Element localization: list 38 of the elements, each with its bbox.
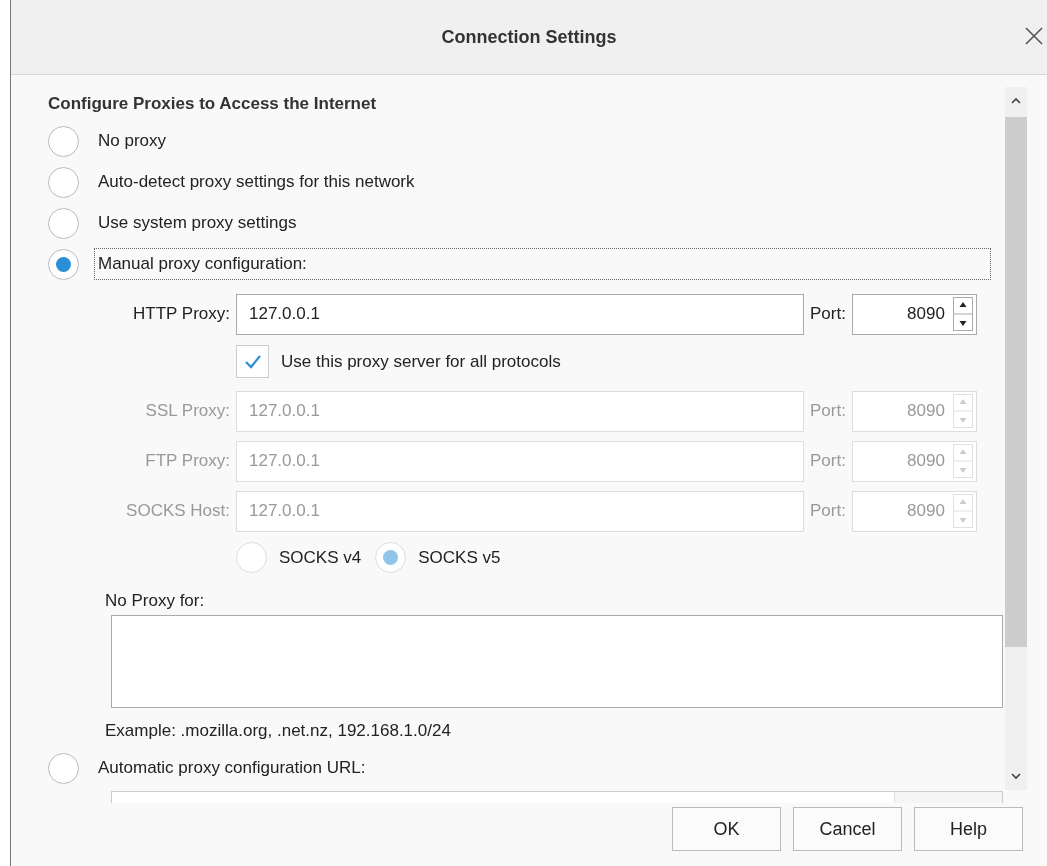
checkbox-label[interactable]: Use this proxy server for all protocols [281,348,561,375]
radio-button[interactable] [48,248,79,280]
radio-button[interactable] [48,752,79,784]
radio-button[interactable] [48,166,79,198]
input-field[interactable]: 127.0.0.1 [236,293,804,335]
checkbox[interactable] [236,345,269,378]
scrollbar-thumb[interactable] [1005,117,1027,647]
field-label: SOCKS Host: [125,500,230,523]
field-label: HTTP Proxy: [132,303,230,326]
field-label: Port: [810,400,846,423]
port-value: 8090 [907,450,945,473]
radio-label[interactable]: Auto-detect proxy settings for this network [94,166,419,198]
dialog-button[interactable]: OK [672,807,781,851]
port-field[interactable]: 8090 [851,293,977,335]
dialog-button[interactable]: Help [914,807,1023,851]
field-label: Port: [810,303,846,326]
field-label: FTP Proxy: [144,450,230,473]
hint-text: Example: .mozilla.org, .net.nz, 192.168.1.0/24 [105,720,452,742]
port-value: 8090 [907,500,945,523]
scrollbar[interactable] [1005,87,1027,790]
radio-button[interactable] [48,207,79,239]
radio-label[interactable]: Use system proxy settings [94,207,301,239]
window-title: Connection Settings [441,25,617,49]
port-value: 8090 [907,400,945,423]
scroll-down-icon[interactable] [1010,770,1022,782]
field-label: Port: [810,450,846,473]
radio-label[interactable]: No proxy [94,125,171,157]
section-heading: Configure Proxies to Access the Internet [48,93,378,115]
field-label: No Proxy for: [105,589,206,612]
dialog-button[interactable]: Cancel [793,807,902,851]
port-value: 8090 [907,303,945,326]
radio-label[interactable]: Automatic proxy configuration URL: [94,752,370,784]
field-label: SSL Proxy: [144,400,230,423]
field-label: Port: [810,500,846,523]
text-area[interactable] [111,615,1003,708]
radio-label[interactable]: Manual proxy configuration: [94,248,991,280]
radio-button[interactable] [48,125,79,157]
spinner-icon[interactable] [952,297,973,331]
